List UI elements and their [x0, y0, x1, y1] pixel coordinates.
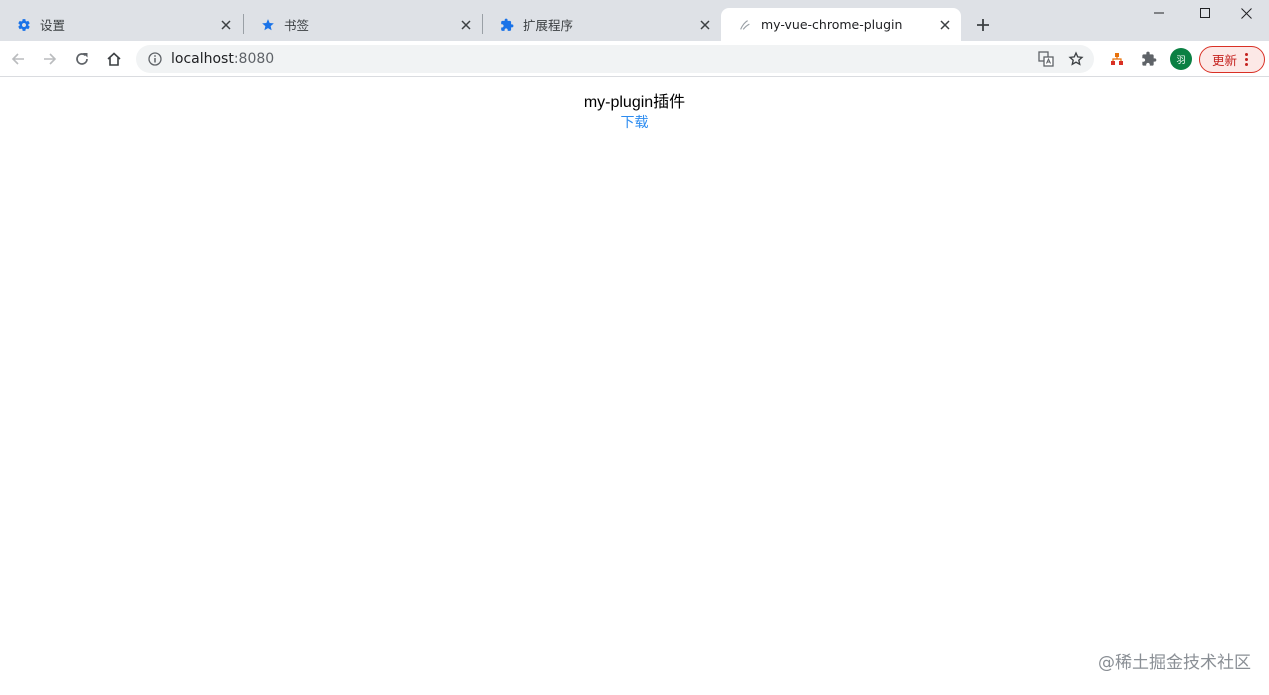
- home-icon: [107, 52, 121, 66]
- update-label: 更新: [1212, 53, 1238, 68]
- close-icon[interactable]: [216, 15, 236, 35]
- star-icon: [260, 17, 276, 33]
- maximize-button[interactable]: [1182, 0, 1228, 26]
- home-button[interactable]: [102, 47, 126, 71]
- arrow-right-icon: [44, 53, 57, 65]
- url-text: localhost:8080: [171, 51, 1034, 67]
- tab-settings[interactable]: 设置: [0, 8, 242, 41]
- close-icon: [1240, 7, 1252, 19]
- url-host: localhost: [171, 51, 234, 67]
- bookmark-star-icon[interactable]: [1064, 47, 1088, 71]
- gear-icon: [16, 17, 32, 33]
- forward-button[interactable]: [38, 47, 62, 71]
- arrow-left-icon: [11, 53, 24, 65]
- more-vertical-icon: [1245, 53, 1249, 66]
- extensions-menu-button[interactable]: [1137, 47, 1161, 71]
- minimize-icon: [1154, 12, 1164, 14]
- maximize-icon: [1200, 8, 1210, 18]
- info-icon[interactable]: [147, 51, 163, 67]
- page-content: my-plugin插件 下载 @稀土掘金技术社区: [0, 78, 1269, 695]
- tab-strip: 设置 书签 扩展程序 my-vue-chrome-plugin: [0, 0, 1269, 41]
- url-port: :8080: [233, 51, 275, 67]
- back-button[interactable]: [6, 47, 30, 71]
- extension-button[interactable]: [1105, 47, 1129, 71]
- new-tab-button[interactable]: [972, 14, 994, 36]
- watermark: @稀土掘金技术社区: [1098, 653, 1251, 673]
- reload-icon: [76, 53, 88, 65]
- minimize-button[interactable]: [1136, 0, 1182, 26]
- plus-icon: [977, 19, 989, 31]
- puzzle-icon: [499, 17, 515, 33]
- tab-title: 扩展程序: [523, 18, 574, 33]
- update-button[interactable]: 更新: [1199, 46, 1265, 73]
- translate-icon[interactable]: [1034, 47, 1058, 71]
- close-icon[interactable]: [935, 15, 955, 35]
- download-link[interactable]: 下载: [621, 114, 649, 130]
- tab-my-vue-chrome-plugin[interactable]: my-vue-chrome-plugin: [721, 8, 961, 41]
- tab-bookmarks[interactable]: 书签: [244, 8, 482, 41]
- tab-title: 书签: [284, 18, 310, 33]
- tab-extensions[interactable]: 扩展程序: [483, 8, 721, 41]
- sitemap-icon: [1111, 53, 1123, 65]
- page-title: my-plugin插件: [583, 94, 686, 111]
- close-icon[interactable]: [456, 15, 476, 35]
- browser-toolbar: localhost:8080: [0, 41, 1269, 77]
- address-bar[interactable]: localhost:8080: [136, 45, 1094, 73]
- browser-window: 设置 书签 扩展程序 my-vue-chrome-plugin localhos…: [0, 0, 1269, 695]
- download-link-row: 下载: [0, 112, 1269, 132]
- puzzle-icon: [1142, 51, 1157, 66]
- profile-avatar[interactable]: 羽: [1170, 48, 1192, 70]
- close-window-button[interactable]: [1223, 0, 1269, 26]
- close-icon[interactable]: [695, 15, 715, 35]
- page-loading-icon: [737, 17, 753, 33]
- reload-button[interactable]: [70, 47, 94, 71]
- tab-title: my-vue-chrome-plugin: [761, 17, 903, 32]
- tab-title: 设置: [40, 18, 66, 33]
